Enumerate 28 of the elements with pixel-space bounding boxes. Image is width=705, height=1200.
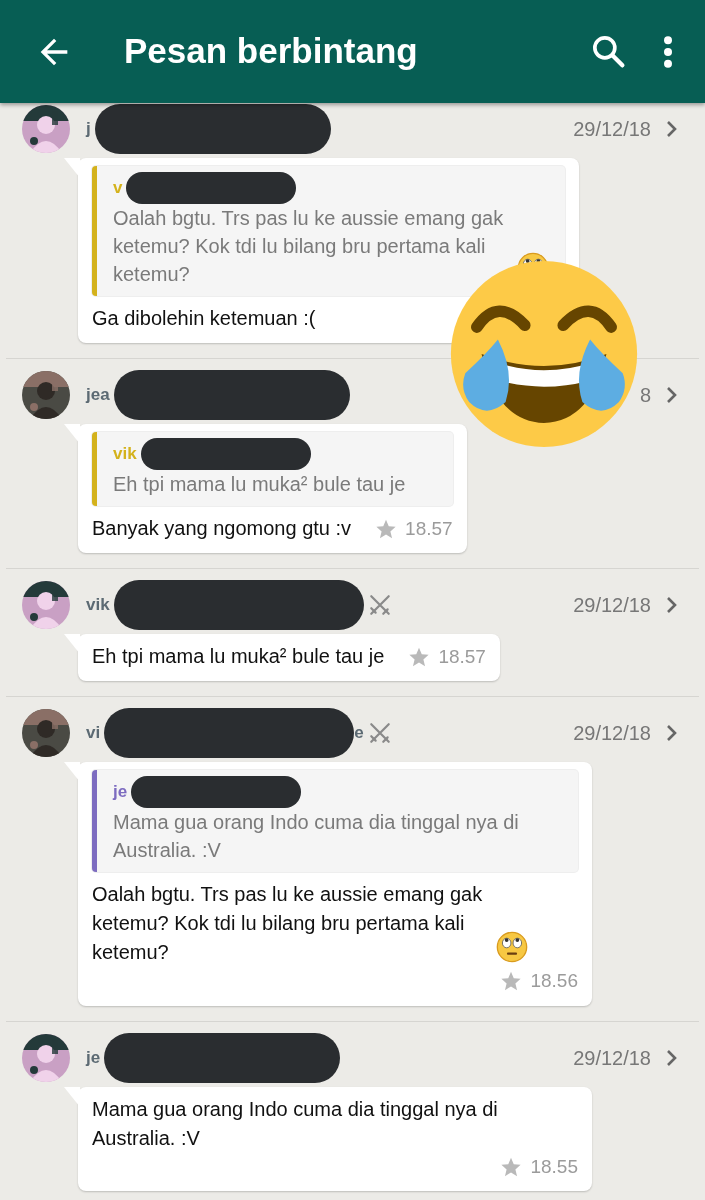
message-text: Banyak yang ngomong gtu :v [92,516,352,541]
message-date: 29/12/18 [573,117,651,142]
message-text: Ga dibolehin ketemuan :( [92,306,316,331]
message-date: 8 [639,383,651,408]
quoted-sender: vik [113,443,137,466]
sender-name: vi [86,722,101,745]
sender-name: je [86,1046,101,1069]
message-time: 18.57 [405,516,453,541]
quoted-sender: je [113,781,128,804]
sender-name: e [354,722,364,745]
message-text: Mama gua orang Indo cuma dia tinggal nya di Australia. :V [92,1096,499,1151]
message-text: Oalah bgtu. Trs pas lu ke aussie emang gak ketemu? Kok tdi lu bilang bru pertama kali ketemu? [92,882,484,965]
sender-name: j [86,118,91,141]
message-time: 18.55 [530,1154,578,1179]
message-time: 18.57 [438,644,486,669]
star-icon [500,970,523,993]
sender-name: vik [86,594,110,617]
screen-title: Pesan berbintang [124,30,419,73]
quoted-text: Mama gua orang Indo cuma dia tinggal nya di Australia. :V [113,810,520,863]
sender-name: jea [86,384,110,407]
quoted-text: Oalah bgtu. Trs pas lu ke aussie emang gak ketemu? Kok tdi lu bilang bru pertama kali ketemu? [113,206,505,287]
quoted-text: Eh tpi mama lu muka² bule tau je [113,472,406,497]
quoted-sender: v [113,177,123,200]
message-time: 18.56 [530,969,578,993]
message-date: 29/12/18 [573,593,651,618]
message-date: 29/12/18 [573,1045,651,1071]
message-date: 29/12/18 [573,721,651,746]
message-text: Eh tpi mama lu muka² bule tau je [92,644,385,669]
